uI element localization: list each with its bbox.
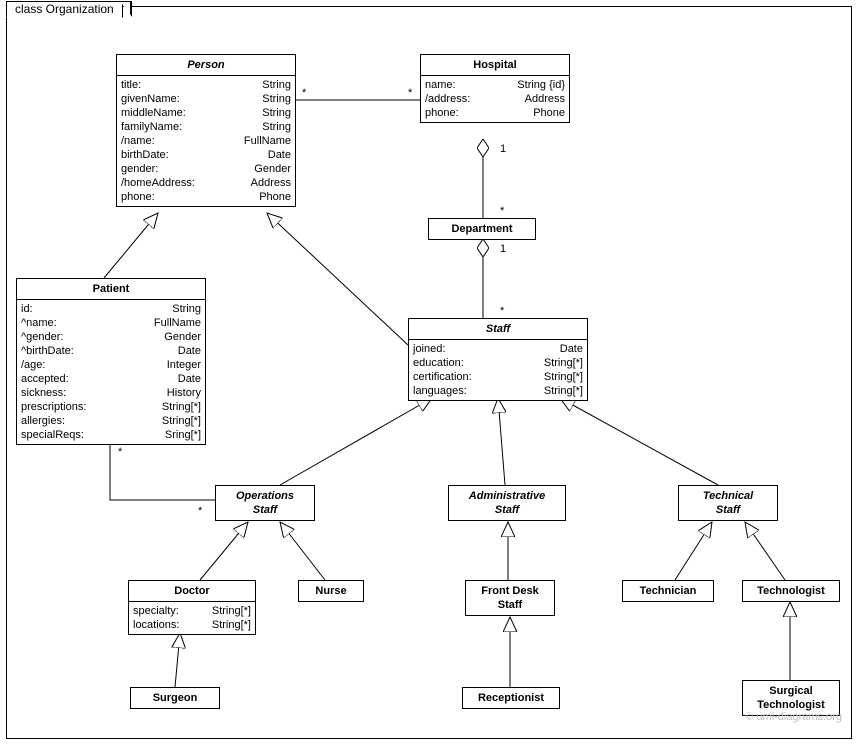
- class-frontdesk-staff: Front Desk Staff: [465, 580, 555, 616]
- attribute-row: accepted:Date: [21, 372, 201, 386]
- class-admstaff-name2: Staff: [495, 504, 519, 516]
- attribute-row: certification:String[*]: [413, 370, 583, 384]
- watermark: © uml-diagrams.org: [745, 711, 842, 723]
- attribute-row: ^gender:Gender: [21, 330, 201, 344]
- attribute-row: /homeAddress:Address: [121, 176, 291, 190]
- attribute-row: middleName:String: [121, 106, 291, 120]
- class-techstaff-name2: Staff: [716, 504, 740, 516]
- attribute-row: education:String[*]: [413, 356, 583, 370]
- class-hospital: Hospital name:String {id}/address:Addres…: [420, 54, 570, 123]
- class-admstaff-name1: Administrative: [469, 490, 545, 502]
- class-surgeon-name: Surgeon: [131, 688, 219, 708]
- attribute-row: id:String: [21, 302, 201, 316]
- class-fd-name1: Front Desk: [481, 585, 538, 597]
- class-operations-staff: Operations Staff: [215, 485, 315, 521]
- attribute-row: sickness:History: [21, 386, 201, 400]
- attribute-row: /address:Address: [425, 92, 565, 106]
- attribute-row: specialty:String[*]: [133, 604, 251, 618]
- class-person-name: Person: [117, 55, 295, 76]
- attribute-row: joined:Date: [413, 342, 583, 356]
- class-person: Person title:StringgivenName:Stringmiddl…: [116, 54, 296, 207]
- class-surgeon: Surgeon: [130, 687, 220, 709]
- attribute-row: /age:Integer: [21, 358, 201, 372]
- attribute-row: phone:Phone: [121, 190, 291, 204]
- attribute-row: birthDate:Date: [121, 148, 291, 162]
- class-staff: Staff joined:Dateeducation:String[*]cert…: [408, 318, 588, 401]
- class-st-name2: Technologist: [757, 699, 825, 711]
- class-nurse: Nurse: [298, 580, 364, 602]
- class-department-name: Department: [429, 219, 535, 239]
- attribute-row: specialReqs:Sring[*]: [21, 428, 201, 442]
- class-doctor-name: Doctor: [129, 581, 255, 602]
- class-department: Department: [428, 218, 536, 240]
- attribute-row: languages:String[*]: [413, 384, 583, 398]
- attribute-row: locations:String[*]: [133, 618, 251, 632]
- attribute-row: givenName:String: [121, 92, 291, 106]
- class-patient: Patient id:String^name:FullName^gender:G…: [16, 278, 206, 445]
- class-opstaff-name2: Staff: [253, 504, 277, 516]
- class-st-name1: Surgical: [769, 685, 812, 697]
- class-administrative-staff: Administrative Staff: [448, 485, 566, 521]
- class-staff-name: Staff: [409, 319, 587, 340]
- class-technical-staff: Technical Staff: [678, 485, 778, 521]
- class-patient-name: Patient: [17, 279, 205, 300]
- class-receptionist-name: Receptionist: [463, 688, 559, 708]
- attribute-row: familyName:String: [121, 120, 291, 134]
- attribute-row: prescriptions:String[*]: [21, 400, 201, 414]
- frame-title: class Organization: [6, 1, 123, 18]
- class-technician-name: Technician: [623, 581, 713, 601]
- class-technologist-name: Technologist: [743, 581, 839, 601]
- attribute-row: /name:FullName: [121, 134, 291, 148]
- class-doctor: Doctor specialty:String[*]locations:Stri…: [128, 580, 256, 635]
- class-hospital-name: Hospital: [421, 55, 569, 76]
- attribute-row: ^name:FullName: [21, 316, 201, 330]
- class-techstaff-name1: Technical: [703, 490, 753, 502]
- attribute-row: ^birthDate:Date: [21, 344, 201, 358]
- class-receptionist: Receptionist: [462, 687, 560, 709]
- class-fd-name2: Staff: [498, 599, 522, 611]
- attribute-row: name:String {id}: [425, 78, 565, 92]
- class-nurse-name: Nurse: [299, 581, 363, 601]
- class-opstaff-name1: Operations: [236, 490, 294, 502]
- attribute-row: phone:Phone: [425, 106, 565, 120]
- attribute-row: title:String: [121, 78, 291, 92]
- attribute-row: allergies:String[*]: [21, 414, 201, 428]
- class-technician: Technician: [622, 580, 714, 602]
- attribute-row: gender:Gender: [121, 162, 291, 176]
- class-technologist: Technologist: [742, 580, 840, 602]
